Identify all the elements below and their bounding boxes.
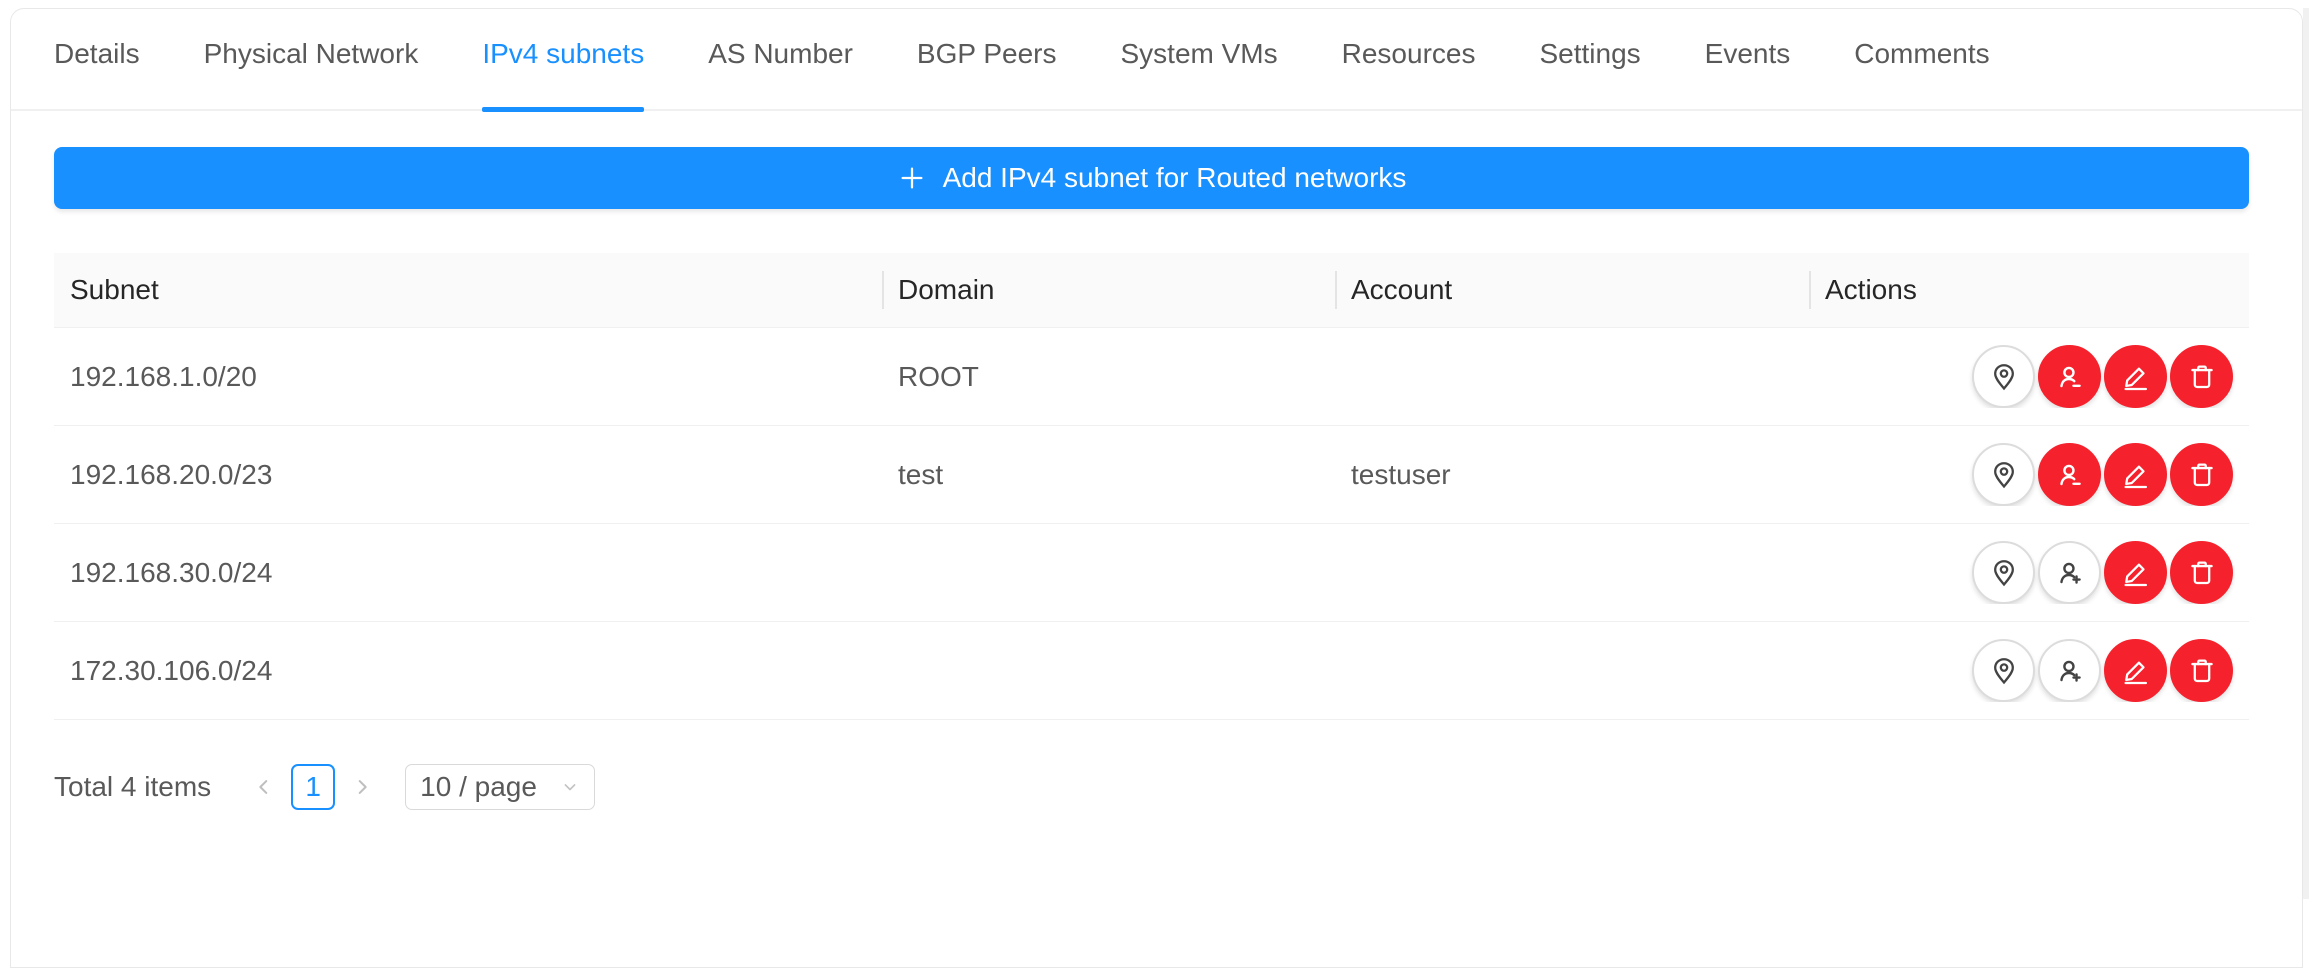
page-size-value: 10 / page xyxy=(420,771,548,803)
table-row: 172.30.106.0/24 xyxy=(54,622,2249,720)
account-cell: testuser xyxy=(1335,459,1809,491)
chevron-right-icon xyxy=(351,776,373,798)
delete-subnet-button[interactable] xyxy=(2170,345,2233,408)
location-pin-button[interactable] xyxy=(1972,541,2035,604)
tab-physical-network[interactable]: Physical Network xyxy=(204,6,419,102)
trash-icon xyxy=(2186,361,2218,393)
page-size-select[interactable]: 10 / page xyxy=(405,764,595,810)
tab-events[interactable]: Events xyxy=(1705,6,1791,102)
user-minus-icon xyxy=(2054,361,2086,393)
column-header-subnet: Subnet xyxy=(54,253,882,327)
column-header-domain: Domain xyxy=(882,253,1335,327)
delete-subnet-button[interactable] xyxy=(2170,639,2233,702)
table-row: 192.168.30.0/24 xyxy=(54,524,2249,622)
pencil-icon xyxy=(2120,361,2152,393)
actions-cell xyxy=(1809,639,2249,702)
table-row: 192.168.1.0/20 ROOT xyxy=(54,328,2249,426)
dedicate-account-button[interactable] xyxy=(2038,639,2101,702)
tab-details[interactable]: Details xyxy=(54,6,140,102)
location-pin-icon xyxy=(1988,557,2020,589)
tab-bar: Details Physical Network IPv4 subnets AS… xyxy=(11,9,2302,111)
next-page-button[interactable] xyxy=(345,764,379,810)
tab-system-vms[interactable]: System VMs xyxy=(1120,6,1277,102)
actions-cell xyxy=(1809,345,2249,408)
location-pin-button[interactable] xyxy=(1972,443,2035,506)
trash-icon xyxy=(2186,557,2218,589)
location-pin-button[interactable] xyxy=(1972,345,2035,408)
dedicate-account-button[interactable] xyxy=(2038,541,2101,604)
tab-resources[interactable]: Resources xyxy=(1342,6,1476,102)
tab-bgp-peers[interactable]: BGP Peers xyxy=(917,6,1057,102)
table-header-row: Subnet Domain Account Actions xyxy=(54,253,2249,328)
chevron-left-icon xyxy=(253,776,275,798)
location-pin-icon xyxy=(1988,459,2020,491)
details-card: Details Physical Network IPv4 subnets AS… xyxy=(10,8,2303,968)
tab-ipv4-subnets[interactable]: IPv4 subnets xyxy=(482,6,644,102)
scrollbar-track[interactable] xyxy=(2303,8,2309,899)
pagination-total: Total 4 items xyxy=(54,771,211,803)
table-row: 192.168.20.0/23 test testuser xyxy=(54,426,2249,524)
column-header-account: Account xyxy=(1335,253,1809,327)
trash-icon xyxy=(2186,459,2218,491)
tab-as-number[interactable]: AS Number xyxy=(708,6,853,102)
edit-subnet-button[interactable] xyxy=(2104,639,2167,702)
edit-subnet-button[interactable] xyxy=(2104,443,2167,506)
tab-comments[interactable]: Comments xyxy=(1854,6,1989,102)
pencil-icon xyxy=(2120,655,2152,687)
user-minus-icon xyxy=(2054,459,2086,491)
subnet-cell: 192.168.30.0/24 xyxy=(54,557,882,589)
plus-icon xyxy=(897,163,927,193)
actions-cell xyxy=(1809,541,2249,604)
domain-cell: test xyxy=(882,459,1335,491)
user-plus-icon xyxy=(2054,655,2086,687)
edit-subnet-button[interactable] xyxy=(2104,345,2167,408)
location-pin-icon xyxy=(1988,655,2020,687)
chevron-down-icon xyxy=(560,777,580,797)
subnet-cell: 172.30.106.0/24 xyxy=(54,655,882,687)
user-plus-icon xyxy=(2054,557,2086,589)
release-dedication-button[interactable] xyxy=(2038,345,2101,408)
add-ipv4-subnet-button[interactable]: Add IPv4 subnet for Routed networks xyxy=(54,147,2249,209)
actions-cell xyxy=(1809,443,2249,506)
edit-subnet-button[interactable] xyxy=(2104,541,2167,604)
delete-subnet-button[interactable] xyxy=(2170,541,2233,604)
prev-page-button[interactable] xyxy=(247,764,281,810)
ipv4-subnets-table: Subnet Domain Account Actions 192.168.1.… xyxy=(54,253,2249,720)
tab-settings[interactable]: Settings xyxy=(1539,6,1640,102)
domain-cell: ROOT xyxy=(882,361,1335,393)
subnet-cell: 192.168.1.0/20 xyxy=(54,361,882,393)
subnet-cell: 192.168.20.0/23 xyxy=(54,459,882,491)
trash-icon xyxy=(2186,655,2218,687)
release-dedication-button[interactable] xyxy=(2038,443,2101,506)
page-1-button[interactable]: 1 xyxy=(291,764,335,810)
column-header-actions: Actions xyxy=(1809,253,2249,327)
pencil-icon xyxy=(2120,459,2152,491)
location-pin-button[interactable] xyxy=(1972,639,2035,702)
location-pin-icon xyxy=(1988,361,2020,393)
add-ipv4-subnet-label: Add IPv4 subnet for Routed networks xyxy=(943,162,1407,194)
delete-subnet-button[interactable] xyxy=(2170,443,2233,506)
pagination: Total 4 items 1 10 / page xyxy=(54,764,2247,810)
pencil-icon xyxy=(2120,557,2152,589)
